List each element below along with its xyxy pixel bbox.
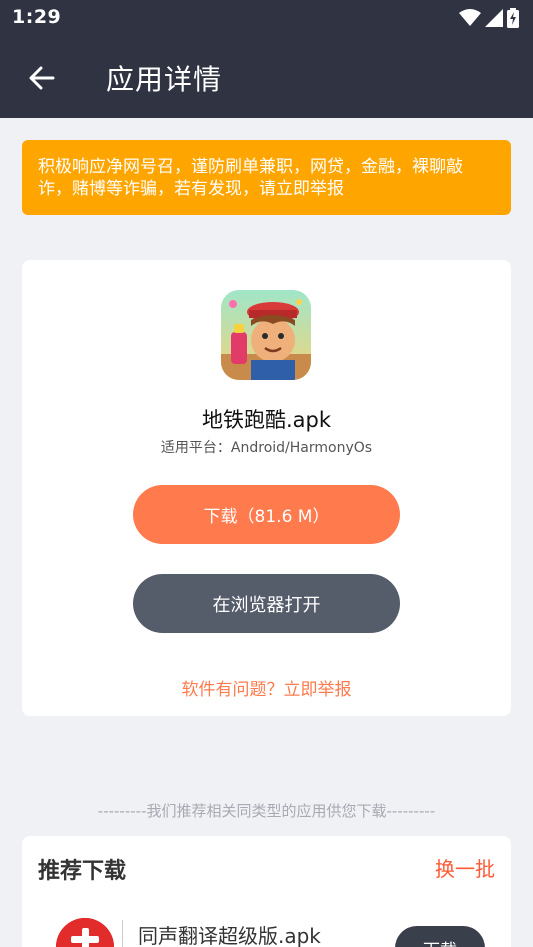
recommend-card: 推荐下载 换一批 同声翻译超级版.apk 下载 xyxy=(22,836,511,947)
platform-text: 适用平台：Android/HarmonyOs xyxy=(160,440,373,456)
item-separator xyxy=(122,920,123,947)
wifi-icon xyxy=(459,9,481,26)
status-bar: 1:29 xyxy=(0,0,533,36)
warning-banner: 积极响应净网号召，谨防刷单兼职，网贷，金融，裸聊敲诈，赌博等诈骗，若有发现，请立… xyxy=(22,140,511,215)
app-detail-card: 地铁跑酷.apk 适用平台：Android/HarmonyOs 下载（81.6 … xyxy=(22,260,511,716)
arrow-left-icon xyxy=(29,66,55,90)
download-button-label: 下载（81.6 M） xyxy=(203,507,330,527)
app-bar: 应用详情 xyxy=(0,36,533,118)
recommend-download-button[interactable]: 下载 xyxy=(395,926,485,947)
recommend-app-icon xyxy=(56,918,114,947)
recommend-app-name[interactable]: 同声翻译超级版.apk xyxy=(138,920,321,947)
battery-charging-icon xyxy=(507,8,519,28)
download-button[interactable]: 下载（81.6 M） xyxy=(133,485,400,544)
report-link[interactable]: 软件有问题？立即举报 xyxy=(22,675,511,700)
signal-icon xyxy=(485,9,503,27)
recommend-divider: ---------我们推荐相关同类型的应用供您下载--------- xyxy=(97,802,436,820)
open-in-browser-button[interactable]: 在浏览器打开 xyxy=(133,574,400,633)
app-name: 地铁跑酷.apk xyxy=(201,408,332,432)
warning-text: 积极响应净网号召，谨防刷单兼职，网贷，金融，裸聊敲诈，赌博等诈骗，若有发现，请立… xyxy=(38,157,463,199)
recommend-title: 推荐下载 xyxy=(38,859,127,884)
app-icon xyxy=(221,290,311,380)
status-time: 1:29 xyxy=(12,6,62,28)
open-in-browser-label: 在浏览器打开 xyxy=(212,594,321,616)
refresh-batch-button[interactable]: 换一批 xyxy=(435,853,495,882)
back-button[interactable] xyxy=(22,58,62,98)
page-title: 应用详情 xyxy=(106,63,223,96)
status-icons xyxy=(459,8,519,28)
